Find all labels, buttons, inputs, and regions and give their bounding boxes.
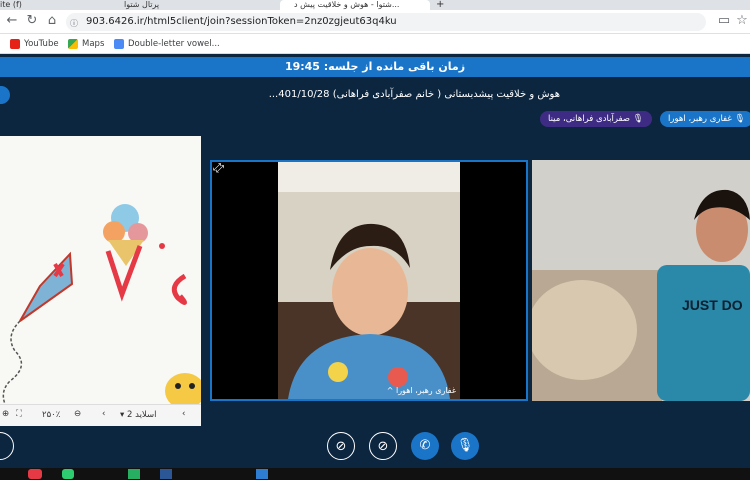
- bookmark-maps-label: Maps: [82, 39, 105, 49]
- chrome-icon[interactable]: [28, 469, 42, 479]
- bookmark-youtube[interactable]: YouTube: [10, 38, 59, 50]
- new-tab-icon[interactable]: +: [436, 0, 444, 10]
- shirt-print-text: JUST DO: [682, 297, 743, 313]
- tab-2-label: پرتال شتوا: [124, 0, 160, 9]
- expand-icon[interactable]: ⤢: [211, 162, 223, 174]
- chick-body: [165, 373, 201, 409]
- actions-button[interactable]: [0, 432, 14, 460]
- tab-3-label: شتوا - هوش و خلاقیت پیش د...: [294, 0, 400, 9]
- browser-tab-strip: ite (f) پرتال شتوا شتوا - هوش و خلاقیت پ…: [0, 0, 750, 10]
- bookmarks-bar: YouTube Maps Double-letter vowel...: [0, 34, 750, 54]
- app-icon[interactable]: [62, 469, 74, 479]
- zoom-fit-icon[interactable]: ⛶: [16, 409, 22, 419]
- center-video-label: غفاری رهبر، اهورا ^: [386, 386, 456, 395]
- ice-cream-scoop-orange: [103, 221, 125, 243]
- excel-icon[interactable]: [128, 469, 140, 479]
- kite-shape: [19, 251, 74, 322]
- url-field[interactable]: 903.6426.ir/html5client/join?sessionToke…: [66, 13, 706, 31]
- word-icon[interactable]: [160, 469, 172, 479]
- bookmark-double-letter-label: Double-letter vowel...: [128, 39, 220, 49]
- mic-icon: 🎙: [456, 438, 474, 453]
- youtube-icon: [10, 38, 20, 49]
- page-icon: [114, 38, 124, 49]
- next-slide-icon[interactable]: ‹: [102, 409, 105, 419]
- center-video-name: غفاری رهبر، اهورا: [395, 386, 456, 395]
- address-bar-row: ← ↻ ⌂ 903.6426.ir/html5client/join?sessi…: [0, 10, 750, 34]
- video-tile-right[interactable]: ⤢ JUST DO: [532, 160, 750, 401]
- chevron-down-icon: ▾: [120, 410, 125, 420]
- video-tile-center[interactable]: ⤢ غفاری رهبر، اهورا ^: [210, 160, 528, 401]
- webcam-feed-center: [278, 162, 460, 399]
- tab-1[interactable]: ite (f): [0, 0, 92, 10]
- os-taskbar: [0, 468, 750, 480]
- tab-1-label: ite (f): [0, 0, 22, 9]
- video-toggle-button[interactable]: ⊘: [369, 432, 397, 460]
- zoom-out-icon[interactable]: ⊖: [74, 409, 81, 419]
- share-screen-button[interactable]: ⊘: [327, 432, 355, 460]
- presentation-area[interactable]: [0, 136, 201, 426]
- slide-selector[interactable]: ▾ اسلاید 2: [120, 410, 157, 420]
- screen-share-off-icon: ⊘: [335, 439, 347, 454]
- zoom-in-icon[interactable]: ⊕: [2, 409, 9, 419]
- mic-icon-small: 🎙: [734, 114, 746, 124]
- participant-chip-2[interactable]: 🎙 صفرآبادی فراهانی، مینا: [540, 111, 652, 127]
- back-icon[interactable]: ←: [4, 13, 20, 29]
- slide-selector-label: اسلاید 2: [126, 410, 157, 420]
- video-off-icon: ⊘: [377, 439, 389, 454]
- kite-string: [2, 320, 23, 405]
- refresh-icon[interactable]: ↻: [24, 13, 40, 29]
- zoom-level: ۲۵۰٪: [42, 410, 61, 420]
- participant-chip-2-label: صفرآبادی فراهانی، مینا: [548, 114, 631, 124]
- site-info-icon[interactable]: ⓘ: [70, 18, 78, 29]
- tab-3-active[interactable]: شتوا - هوش و خلاقیت پیش د...: [280, 0, 430, 10]
- red-mark-6: [171, 273, 187, 305]
- toggle-userlist-button[interactable]: [0, 86, 10, 104]
- bookmark-double-letter[interactable]: Double-letter vowel...: [114, 38, 220, 50]
- session-title: هوش و خلاقیت پیشدبستانی ( خانم صفرآبادی …: [268, 89, 560, 100]
- slide-controls: ⊕ ⛶ ۲۵۰٪ ⊖ ‹ ▾ اسلاید 2 ‹: [0, 404, 201, 426]
- phone-icon: ✆: [419, 438, 431, 453]
- home-icon[interactable]: ⌂: [44, 13, 60, 29]
- participant-chip-1-label: غفاری رهبر، اهورا: [668, 114, 732, 124]
- url-text: 903.6426.ir/html5client/join?sessionToke…: [86, 16, 397, 27]
- tab-2[interactable]: پرتال شتوا: [110, 0, 240, 10]
- prev-slide-icon[interactable]: ‹: [182, 409, 185, 419]
- child-shirt-right: [657, 265, 750, 401]
- photoshop-icon[interactable]: [256, 469, 268, 479]
- mic-button[interactable]: 🎙: [451, 432, 479, 460]
- session-timer: زمان باقی مانده از جلسه: 19:45: [0, 57, 750, 77]
- bookmark-youtube-label: YouTube: [24, 39, 59, 49]
- red-dot: [159, 243, 165, 249]
- bookmark-star-icon[interactable]: ☆: [734, 13, 750, 29]
- session-timer-text: زمان باقی مانده از جلسه: 19:45: [284, 60, 466, 73]
- webcam-feed-right: JUST DO: [532, 160, 750, 401]
- participant-chip-1[interactable]: 🎙 غفاری رهبر، اهورا: [660, 111, 750, 127]
- whiteboard-drawing: [2, 204, 201, 409]
- maps-icon: [68, 38, 78, 49]
- mic-icon-small: 🎙: [632, 114, 644, 124]
- audio-button[interactable]: ✆: [411, 432, 439, 460]
- child-face: [332, 248, 408, 336]
- bookmark-maps[interactable]: Maps: [68, 38, 104, 50]
- cast-icon[interactable]: ▭: [716, 13, 732, 29]
